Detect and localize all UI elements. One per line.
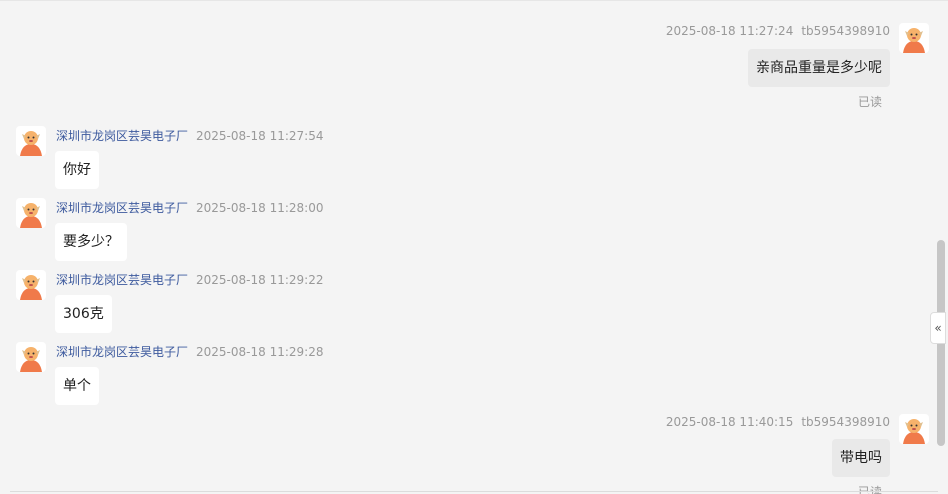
buyer-avatar-icon[interactable] <box>899 23 929 53</box>
chat-message-list: 2025-08-18 11:27:24 tb5954398910 亲商品重量是多少… <box>0 0 948 494</box>
message-bubble[interactable]: 要多少？ <box>55 223 127 261</box>
message-meta: 2025-08-18 11:40:15 tb5954398910 <box>666 415 890 429</box>
message-meta: 深圳市龙岗区芸昊电子厂 2025-08-18 11:29:28 <box>56 343 323 360</box>
message-meta: 深圳市龙岗区芸昊电子厂 2025-08-18 11:27:54 <box>56 127 323 144</box>
message-bubble[interactable]: 亲商品重量是多少呢 <box>748 49 890 87</box>
message-bubble[interactable]: 带电吗 <box>832 439 890 477</box>
collapse-glyph: « <box>934 321 942 335</box>
buyer-avatar-icon[interactable] <box>899 414 929 444</box>
message-time: 2025-08-18 11:40:15 <box>665 415 794 429</box>
message-time: 2025-08-18 11:28:00 <box>196 201 324 215</box>
message-meta: 深圳市龙岗区芸昊电子厂 2025-08-18 11:28:00 <box>56 199 323 216</box>
message-bubble[interactable]: 单个 <box>55 367 99 405</box>
message-bubble[interactable]: 306克 <box>55 295 112 333</box>
buyer-nick: tb5954398910 <box>801 415 890 429</box>
message-meta: 2025-08-18 11:27:24 tb5954398910 <box>666 24 890 38</box>
scrollbar[interactable] <box>934 0 948 494</box>
read-status: 已读 <box>858 485 883 494</box>
shop-name[interactable]: 深圳市龙岗区芸昊电子厂 <box>56 201 188 215</box>
double-chevron-left-icon[interactable]: « <box>930 312 946 344</box>
divider <box>10 491 938 492</box>
seller-avatar-icon[interactable] <box>16 270 46 300</box>
shop-name[interactable]: 深圳市龙岗区芸昊电子厂 <box>56 273 188 287</box>
seller-avatar-icon[interactable] <box>16 198 46 228</box>
message-time: 2025-08-18 11:27:24 <box>665 24 794 38</box>
message-meta: 深圳市龙岗区芸昊电子厂 2025-08-18 11:29:22 <box>56 271 323 288</box>
read-status: 已读 <box>858 95 883 109</box>
seller-avatar-icon[interactable] <box>16 342 46 372</box>
message-time: 2025-08-18 11:29:28 <box>196 345 324 359</box>
message-time: 2025-08-18 11:27:54 <box>196 129 324 143</box>
shop-name[interactable]: 深圳市龙岗区芸昊电子厂 <box>56 345 188 359</box>
shop-name[interactable]: 深圳市龙岗区芸昊电子厂 <box>56 129 188 143</box>
seller-avatar-icon[interactable] <box>16 126 46 156</box>
message-bubble[interactable]: 你好 <box>55 151 99 189</box>
buyer-nick: tb5954398910 <box>801 24 890 38</box>
message-time: 2025-08-18 11:29:22 <box>196 273 324 287</box>
